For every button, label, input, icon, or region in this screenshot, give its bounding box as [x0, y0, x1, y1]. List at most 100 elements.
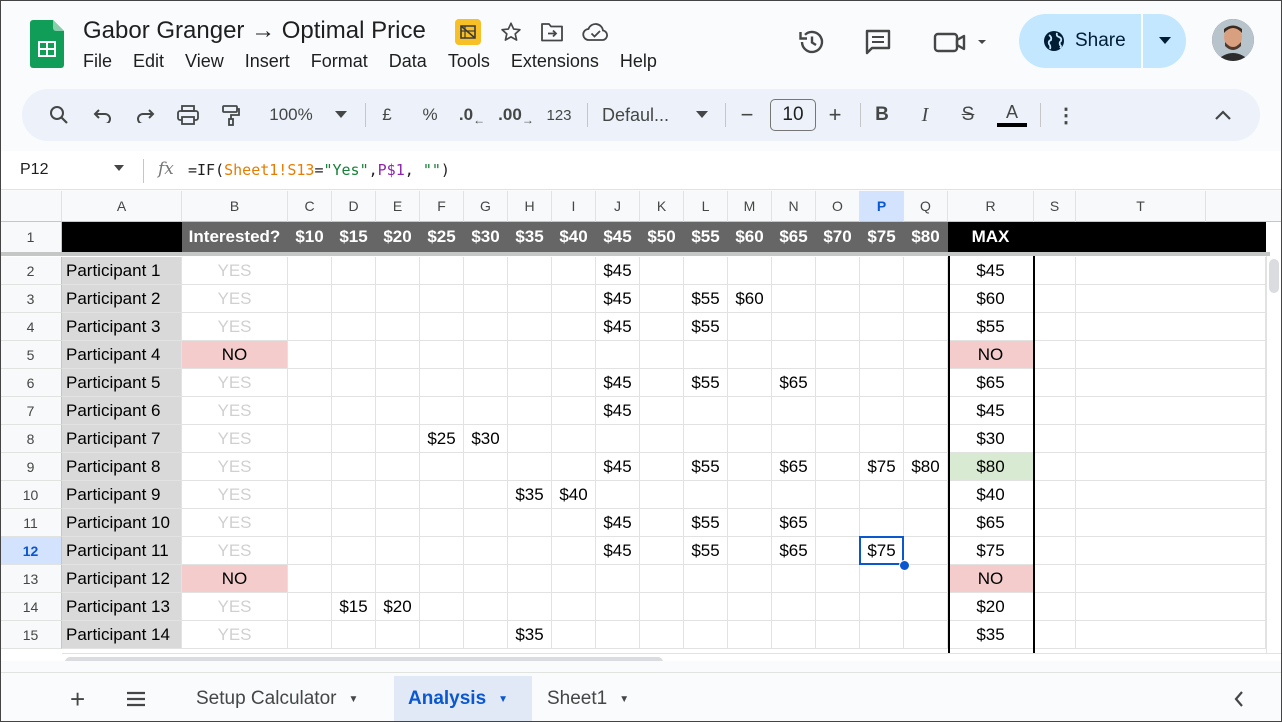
column-header-c[interactable]: C [288, 191, 332, 222]
price-cell[interactable] [728, 341, 772, 369]
price-cell[interactable] [596, 481, 640, 509]
price-cell[interactable] [464, 509, 508, 537]
price-cell[interactable] [904, 313, 948, 341]
column-header-n[interactable]: N [772, 191, 816, 222]
price-cell[interactable]: $55 [684, 369, 728, 397]
price-cell[interactable]: $55 [684, 313, 728, 341]
price-cell[interactable] [816, 369, 860, 397]
interested-cell[interactable]: NO [182, 565, 288, 593]
participant-name-cell[interactable]: Participant 12 [62, 565, 182, 593]
price-cell[interactable] [772, 425, 816, 453]
column-header-p[interactable]: P [860, 191, 904, 222]
max-cell[interactable]: $45 [948, 257, 1034, 285]
undo-icon[interactable] [88, 99, 118, 131]
price-cell[interactable] [728, 621, 772, 649]
price-cell[interactable]: $45 [596, 369, 640, 397]
price-cell[interactable] [640, 397, 684, 425]
zoom-chevron-down-icon[interactable] [328, 99, 354, 131]
price-cell[interactable]: $20 [376, 593, 420, 621]
price-cell[interactable] [508, 593, 552, 621]
price-cell[interactable] [420, 341, 464, 369]
row-header[interactable]: 4 [0, 313, 62, 341]
empty-cell[interactable] [1034, 509, 1076, 537]
price-cell[interactable] [376, 537, 420, 565]
price-cell[interactable] [904, 257, 948, 285]
price-cell[interactable] [860, 425, 904, 453]
explore-chevron-left-icon[interactable] [1226, 676, 1252, 722]
empty-cell[interactable] [1076, 313, 1266, 341]
price-cell[interactable] [772, 397, 816, 425]
menu-insert[interactable]: Insert [245, 51, 290, 72]
header-cell-t[interactable] [1076, 222, 1266, 253]
max-cell[interactable]: $35 [948, 621, 1034, 649]
price-cell[interactable] [552, 369, 596, 397]
price-cell[interactable] [288, 425, 332, 453]
column-header-l[interactable]: L [684, 191, 728, 222]
max-cell[interactable]: $60 [948, 285, 1034, 313]
search-menus-icon[interactable] [44, 99, 74, 131]
price-cell[interactable] [420, 369, 464, 397]
row-header[interactable]: 9 [0, 453, 62, 481]
max-cell[interactable]: $30 [948, 425, 1034, 453]
price-cell[interactable] [860, 257, 904, 285]
price-cell[interactable] [288, 313, 332, 341]
price-cell[interactable] [508, 425, 552, 453]
price-cell[interactable] [552, 285, 596, 313]
price-cell[interactable] [552, 537, 596, 565]
price-cell[interactable] [640, 621, 684, 649]
price-cell[interactable] [816, 593, 860, 621]
column-header-r[interactable]: R [948, 191, 1034, 222]
participant-name-cell[interactable]: Participant 13 [62, 593, 182, 621]
participant-name-cell[interactable]: Participant 14 [62, 621, 182, 649]
header-price[interactable]: $40 [552, 222, 596, 253]
interested-cell[interactable]: YES [182, 593, 288, 621]
price-cell[interactable] [288, 257, 332, 285]
price-cell[interactable] [640, 593, 684, 621]
price-cell[interactable] [596, 565, 640, 593]
participant-name-cell[interactable]: Participant 5 [62, 369, 182, 397]
participant-name-cell[interactable]: Participant 1 [62, 257, 182, 285]
empty-cell[interactable] [1076, 285, 1266, 313]
empty-cell[interactable] [1034, 593, 1076, 621]
increase-decimal-icon[interactable]: .00 → [498, 99, 534, 131]
more-formats-button[interactable]: 123 [542, 99, 576, 131]
price-cell[interactable] [508, 313, 552, 341]
comments-icon[interactable] [860, 24, 896, 60]
interested-cell[interactable]: YES [182, 453, 288, 481]
participant-name-cell[interactable]: Participant 11 [62, 537, 182, 565]
column-header-k[interactable]: K [640, 191, 684, 222]
move-folder-icon[interactable] [538, 18, 566, 46]
freeze-line[interactable] [0, 252, 1270, 256]
price-cell[interactable] [640, 565, 684, 593]
price-cell[interactable] [332, 565, 376, 593]
formula-input[interactable]: =IF(Sheet1!S13="Yes",P$1, "") [188, 161, 450, 179]
row-header[interactable]: 13 [0, 565, 62, 593]
price-cell[interactable] [508, 257, 552, 285]
price-cell[interactable] [816, 453, 860, 481]
price-cell[interactable] [904, 565, 948, 593]
price-cell[interactable] [816, 565, 860, 593]
empty-cell[interactable] [1034, 313, 1076, 341]
empty-cell[interactable] [1076, 369, 1266, 397]
price-cell[interactable] [376, 425, 420, 453]
price-cell[interactable] [904, 621, 948, 649]
max-cell[interactable]: NO [948, 341, 1034, 369]
price-cell[interactable] [464, 537, 508, 565]
price-cell[interactable] [860, 621, 904, 649]
price-cell[interactable] [772, 593, 816, 621]
price-cell[interactable]: $35 [508, 481, 552, 509]
price-cell[interactable]: $45 [596, 257, 640, 285]
interested-cell[interactable]: YES [182, 285, 288, 313]
price-cell[interactable] [288, 341, 332, 369]
participant-name-cell[interactable]: Participant 2 [62, 285, 182, 313]
max-cell[interactable]: $45 [948, 397, 1034, 425]
menu-data[interactable]: Data [389, 51, 427, 72]
header-price[interactable]: $45 [596, 222, 640, 253]
price-cell[interactable] [684, 481, 728, 509]
price-cell[interactable] [464, 481, 508, 509]
price-cell[interactable]: $45 [596, 313, 640, 341]
price-cell[interactable]: $45 [596, 285, 640, 313]
price-cell[interactable] [464, 453, 508, 481]
price-cell[interactable] [332, 397, 376, 425]
price-cell[interactable] [420, 285, 464, 313]
